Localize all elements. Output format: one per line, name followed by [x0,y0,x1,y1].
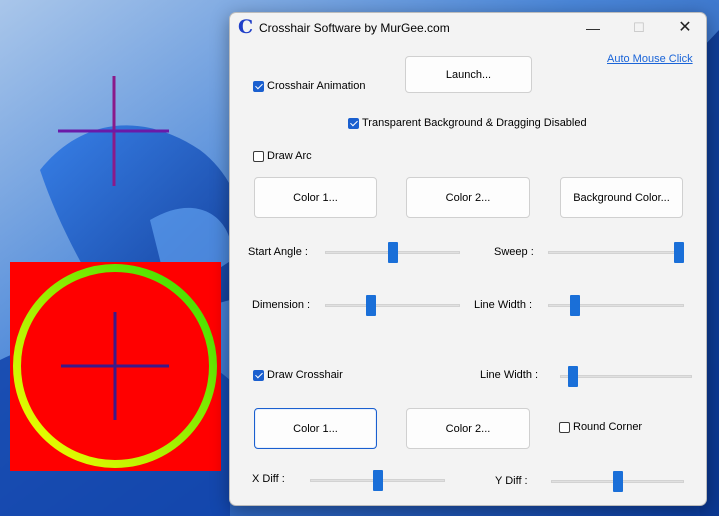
slider-track[interactable] [548,251,684,254]
round-corner-checkbox[interactable]: Round Corner [559,421,642,433]
floating-crosshair[interactable] [58,76,170,188]
slider-thumb[interactable] [365,295,376,316]
start-angle-slider[interactable] [325,242,460,263]
sweep-slider[interactable] [548,242,684,263]
slider-thumb[interactable] [568,366,579,387]
sweep-label: Sweep : [494,246,534,258]
x-diff-slider[interactable] [310,470,445,491]
transparent-background-checkbox[interactable]: Transparent Background & Dragging Disabl… [348,117,587,129]
arc-background-color-button[interactable]: Background Color... [560,177,683,218]
draw-arc-checkbox[interactable]: Draw Arc [253,150,312,162]
close-icon[interactable]: ✕ [662,13,706,43]
round-corner-label: Round Corner [573,421,643,433]
checkbox-box[interactable] [348,117,359,129]
start-angle-label: Start Angle : [248,246,308,258]
crosshair-color2-button[interactable]: Color 2... [406,408,530,449]
crosshair-line-width-slider[interactable] [560,366,692,387]
slider-thumb[interactable] [372,470,383,491]
arc-crosshair-preview[interactable] [10,262,221,471]
launch-button[interactable]: Launch... [405,56,532,93]
checkbox-box[interactable] [559,421,570,433]
arc-color1-button[interactable]: Color 1... [254,177,377,218]
checkbox-box[interactable] [253,80,264,92]
arc-color2-button[interactable]: Color 2... [406,177,530,218]
crosshair-color1-button[interactable]: Color 1... [254,408,377,449]
dimension-label: Dimension : [252,299,311,311]
transparent-background-label: Transparent Background & Dragging Disabl… [362,117,587,129]
minimize-icon[interactable]: — [570,13,616,43]
arc-line-width-slider[interactable] [548,295,684,316]
draw-crosshair-label: Draw Crosshair [267,369,343,381]
slider-thumb[interactable] [570,295,581,316]
maximize-icon[interactable]: ☐ [616,13,662,43]
draw-crosshair-checkbox[interactable]: Draw Crosshair [253,369,343,381]
x-diff-label: X Diff : [252,473,285,485]
y-diff-label: Y Diff : [495,475,528,487]
slider-track[interactable] [325,304,460,307]
slider-track[interactable] [548,304,684,307]
slider-thumb[interactable] [387,242,398,263]
title-bar[interactable]: C Crosshair Software by MurGee.com — ☐ ✕ [230,13,706,43]
crosshair-app-icon: C [238,16,254,38]
draw-arc-label: Draw Arc [267,150,312,162]
dimension-slider[interactable] [325,295,460,316]
checkbox-box[interactable] [253,369,264,381]
auto-mouse-click-link[interactable]: Auto Mouse Click [607,53,693,65]
slider-track[interactable] [560,375,692,378]
crosshair-animation-label: Crosshair Animation [267,80,366,92]
checkbox-box[interactable] [253,150,264,162]
crosshair-animation-checkbox[interactable]: Crosshair Animation [253,80,365,92]
window-title: Crosshair Software by MurGee.com [259,21,450,35]
slider-thumb[interactable] [612,471,623,492]
crosshair-line-width-label: Line Width : [480,369,539,381]
arc-line-width-label: Line Width : [474,299,533,311]
app-window: C Crosshair Software by MurGee.com — ☐ ✕… [229,12,707,506]
slider-thumb[interactable] [674,242,684,263]
y-diff-slider[interactable] [551,471,684,492]
